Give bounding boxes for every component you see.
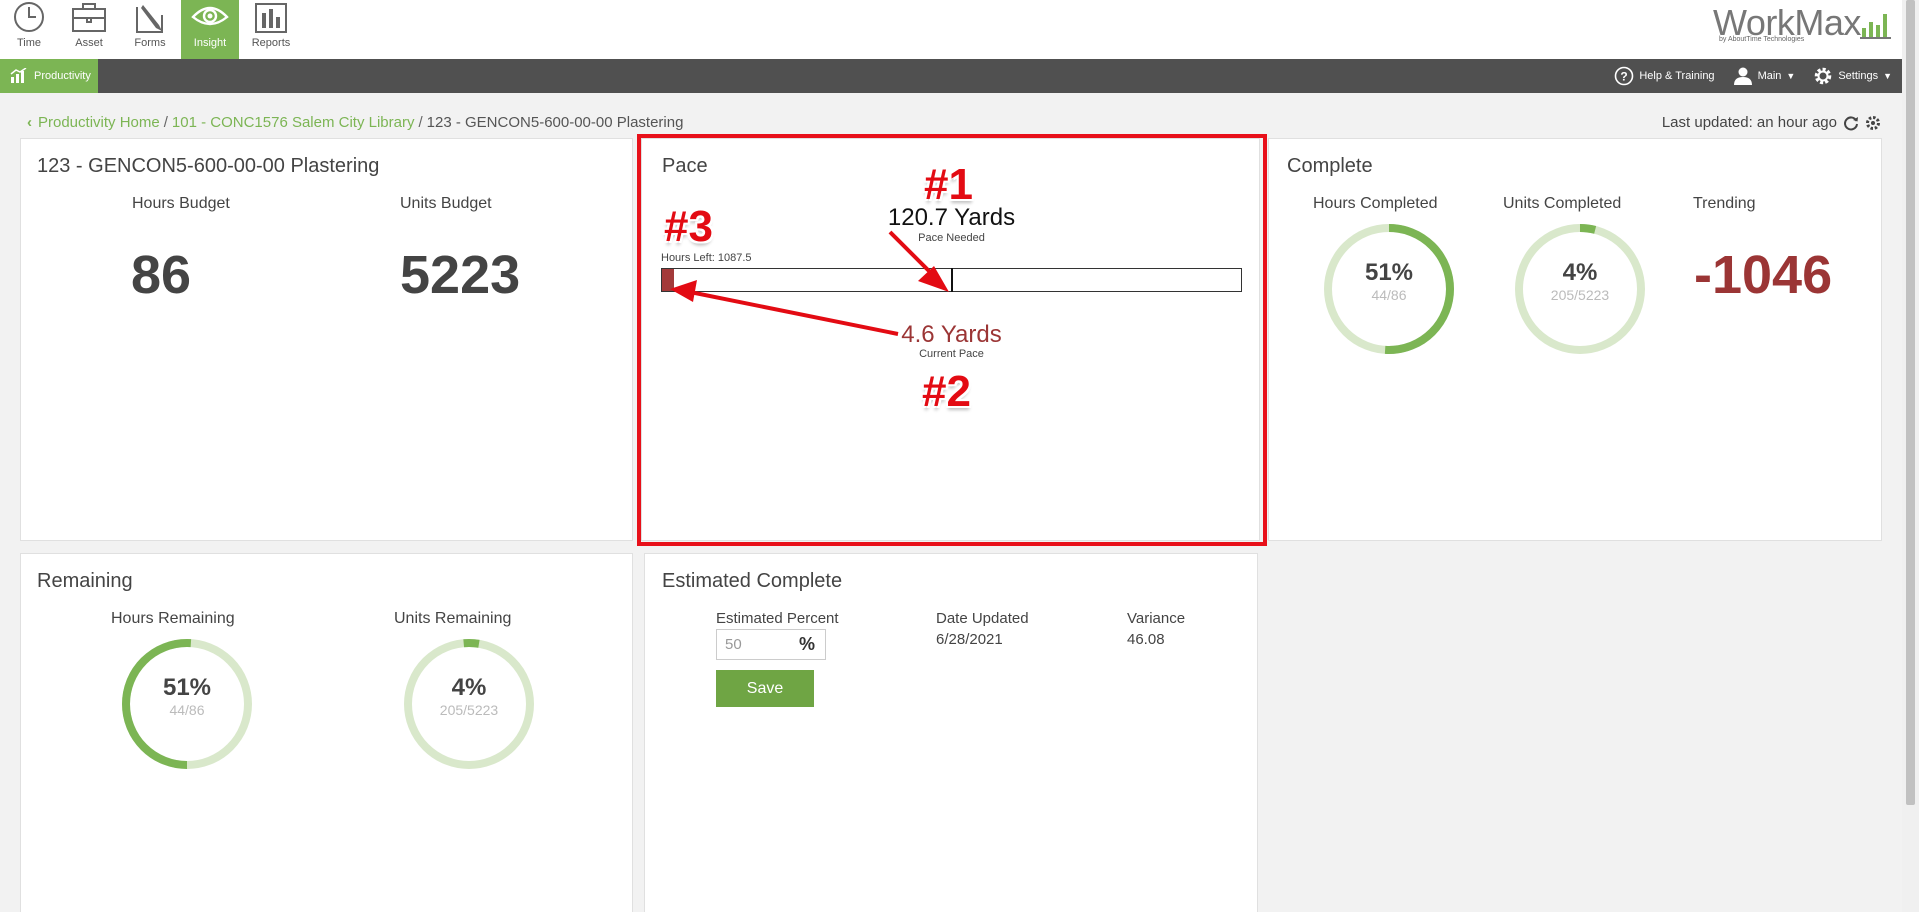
estimated-title: Estimated Complete xyxy=(662,570,843,592)
nav-forms-label: Forms xyxy=(134,37,166,49)
variance-label: Variance xyxy=(1127,610,1186,627)
date-updated-label: Date Updated xyxy=(936,610,1029,627)
units-completed-fraction: 205/5223 xyxy=(1550,287,1610,303)
help-training-label: Help & Training xyxy=(1639,70,1715,82)
trending-value: -1046 xyxy=(1694,245,1833,305)
units-remaining-label: Units Remaining xyxy=(394,610,512,627)
variance-value: 46.08 xyxy=(1127,631,1165,648)
last-updated-text: Last updated: an hour ago xyxy=(1661,114,1837,131)
breadcrumb-separator: / xyxy=(418,114,423,131)
settings-menu[interactable]: Settings ▼ xyxy=(1813,66,1892,86)
bar-chart-icon xyxy=(255,3,287,33)
productivity-chart-icon xyxy=(10,68,27,83)
estimated-percent-label: Estimated Percent xyxy=(716,610,839,627)
breadcrumb-project[interactable]: 101 - CONC1576 Salem City Library xyxy=(172,114,415,131)
help-training-link[interactable]: ? Help & Training xyxy=(1614,66,1715,86)
units-completed-ring: 4% 205/5223 xyxy=(1514,223,1646,355)
hours-budget-value: 86 xyxy=(131,245,192,305)
breadcrumb-separator: / xyxy=(163,114,168,131)
last-updated: Last updated: an hour ago xyxy=(1662,114,1881,131)
nav-time[interactable]: Time xyxy=(0,0,58,59)
page-scrollbar[interactable] xyxy=(1902,0,1919,912)
module-bar: Productivity ? Help & Training Main ▼ Se… xyxy=(0,59,1902,93)
estimated-percent-field[interactable]: % xyxy=(716,629,826,660)
refresh-icon[interactable] xyxy=(1843,115,1859,131)
hours-completed-fraction: 44/86 xyxy=(1371,287,1407,303)
units-completed-percent: 4% xyxy=(1562,259,1598,286)
logo-tagline: by AboutTime Technologies xyxy=(1719,36,1805,43)
units-remaining-fraction: 205/5223 xyxy=(439,702,499,718)
productivity-tab[interactable]: Productivity xyxy=(0,59,98,93)
save-button[interactable]: Save xyxy=(716,670,814,707)
budget-title: 123 - GENCON5-600-00-00 Plastering xyxy=(37,155,380,177)
trending-label: Trending xyxy=(1693,195,1756,212)
hours-completed-label: Hours Completed xyxy=(1313,195,1438,212)
module-bar-right: ? Help & Training Main ▼ Settings ▼ xyxy=(1596,59,1902,93)
settings-menu-label: Settings xyxy=(1838,70,1879,82)
pencil-form-icon xyxy=(136,5,163,33)
estimated-percent-input[interactable] xyxy=(717,630,797,659)
units-completed-label: Units Completed xyxy=(1503,195,1622,212)
gear-icon[interactable] xyxy=(1865,115,1881,131)
units-remaining-percent: 4% xyxy=(451,674,487,701)
breadcrumb: ‹ Productivity Home/101 - CONC1576 Salem … xyxy=(27,114,683,131)
percent-sign: % xyxy=(799,634,816,654)
hours-budget-label: Hours Budget xyxy=(132,195,230,212)
chevron-down-icon: ▼ xyxy=(1883,71,1892,81)
nav-insight-label: Insight xyxy=(193,37,227,49)
main-menu[interactable]: Main ▼ xyxy=(1733,67,1796,85)
budget-panel: 123 - GENCON5-600-00-00 Plastering Hours… xyxy=(20,138,633,541)
breadcrumb-home[interactable]: Productivity Home xyxy=(38,114,160,131)
units-remaining-ring: 4% 205/5223 xyxy=(403,638,535,770)
help-icon: ? xyxy=(1615,66,1634,86)
chevron-down-icon: ▼ xyxy=(1786,71,1796,81)
nav-insight[interactable]: Insight xyxy=(181,0,239,59)
briefcase-icon xyxy=(72,3,106,32)
chevron-left-icon[interactable]: ‹ xyxy=(27,114,32,131)
scrollbar-thumb[interactable] xyxy=(1906,0,1915,805)
user-icon xyxy=(1733,67,1752,85)
annotation-label-3: #3 xyxy=(664,202,713,251)
clock-icon xyxy=(14,2,44,32)
units-budget-value: 5223 xyxy=(400,245,521,305)
nav-time-label: Time xyxy=(16,37,42,49)
annotation-label-1: #1 xyxy=(924,160,973,209)
hours-remaining-fraction: 44/86 xyxy=(169,702,205,718)
nav-reports[interactable]: Reports xyxy=(242,0,300,59)
complete-title: Complete xyxy=(1287,155,1373,177)
hours-remaining-label: Hours Remaining xyxy=(111,610,235,627)
nav-asset-label: Asset xyxy=(75,37,103,49)
gear-icon xyxy=(1815,67,1832,85)
hours-completed-ring: 51% 44/86 xyxy=(1323,223,1455,355)
complete-panel: Complete Hours Completed 51% 44/86 Units… xyxy=(1268,138,1882,541)
hours-completed-percent: 51% xyxy=(1364,259,1414,286)
workmax-logo: WorkMax by AboutTime Technologies xyxy=(1713,2,1893,44)
hours-remaining-ring: 51% 44/86 xyxy=(121,638,253,770)
remaining-panel: Remaining Hours Remaining 51% 44/86 Unit… xyxy=(20,553,633,912)
nav-asset[interactable]: Asset xyxy=(60,0,118,59)
logo-bars-icon xyxy=(1860,14,1891,39)
remaining-title: Remaining xyxy=(37,570,133,592)
annotation-label-2: #2 xyxy=(922,367,971,416)
estimated-panel: Estimated Complete xyxy=(644,553,1258,912)
top-toolbar: Time Asset Forms Insight Reports WorkMax… xyxy=(0,0,1902,59)
nav-reports-label: Reports xyxy=(251,37,291,49)
nav-forms[interactable]: Forms xyxy=(121,0,179,59)
units-budget-label: Units Budget xyxy=(400,195,492,212)
eye-icon xyxy=(191,6,229,26)
breadcrumb-current: 123 - GENCON5-600-00-00 Plastering xyxy=(426,114,684,131)
date-updated-value: 6/28/2021 xyxy=(936,631,1003,648)
svg-text:?: ? xyxy=(1621,70,1628,84)
productivity-tab-label: Productivity xyxy=(34,70,91,82)
hours-remaining-percent: 51% xyxy=(162,674,212,701)
main-menu-label: Main xyxy=(1757,70,1782,82)
